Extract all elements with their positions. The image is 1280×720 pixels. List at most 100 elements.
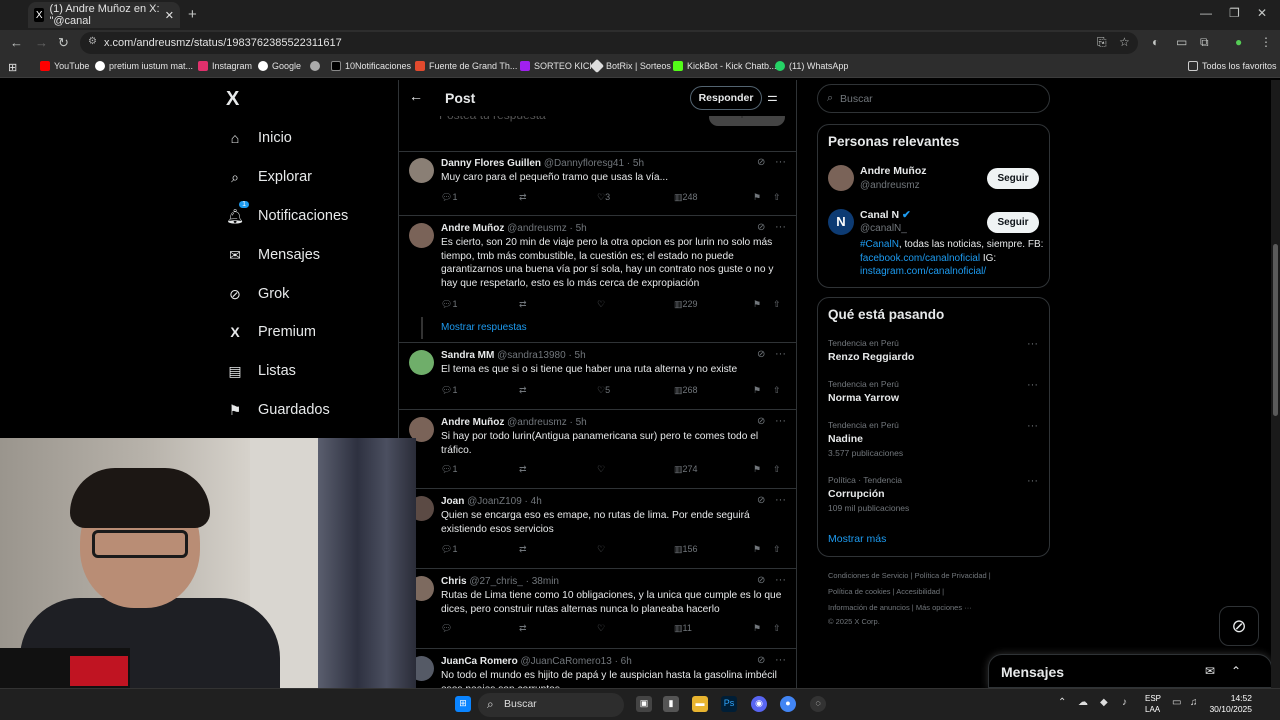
instagram-link[interactable]: instagram.com/canalnoficial/ bbox=[860, 266, 986, 277]
like-icon[interactable]: ♡ bbox=[597, 299, 605, 310]
close-window-icon[interactable]: ✕ bbox=[1257, 6, 1267, 20]
reply-button[interactable]: Responder bbox=[690, 86, 762, 110]
app-icon[interactable]: ◌ bbox=[810, 696, 826, 712]
menu-icon[interactable]: ⋮ bbox=[1260, 35, 1272, 49]
retweet-icon[interactable]: ⇄ bbox=[519, 544, 527, 555]
person-name[interactable]: Canal N ✔ bbox=[860, 209, 911, 221]
new-tab-icon[interactable]: + bbox=[188, 6, 197, 23]
bookmark-whatsapp[interactable]: (11) WhatsApp bbox=[775, 61, 848, 71]
trend-item[interactable]: Política · Tendencia Corrupción 109 mil pu… bbox=[828, 475, 1038, 513]
author-name[interactable]: Chris bbox=[441, 576, 467, 587]
nav-premium[interactable]: X Premium bbox=[226, 323, 316, 341]
like-icon[interactable]: ♡ 5 bbox=[597, 385, 610, 396]
task-view-icon[interactable]: ▣ bbox=[636, 696, 652, 712]
grok-fab-icon[interactable]: ⊘ bbox=[1219, 606, 1259, 646]
browser-tab[interactable]: X (1) Andre Muñoz en X: "@canal ✕ bbox=[28, 2, 180, 28]
reload-icon[interactable]: ↻ bbox=[58, 35, 69, 51]
nav-home[interactable]: ⌂ Inicio bbox=[226, 129, 292, 147]
reply-icon[interactable]: 💬︎ bbox=[441, 623, 452, 634]
bookmark-globe[interactable] bbox=[310, 61, 324, 71]
share-icon[interactable]: ⇧ bbox=[773, 385, 781, 396]
person-handle[interactable]: @andreusmz bbox=[860, 180, 920, 191]
onedrive-icon[interactable]: ☁ bbox=[1078, 697, 1088, 708]
page-scrollbar[interactable] bbox=[1271, 80, 1280, 688]
author-name[interactable]: Danny Flores Guillen bbox=[441, 158, 541, 169]
bookmark-star-icon[interactable]: ☆ bbox=[1119, 35, 1130, 49]
avatar[interactable] bbox=[828, 165, 854, 191]
messages-drawer[interactable]: Mensajes ✉ ⌃ bbox=[988, 654, 1272, 688]
extension2-icon[interactable]: ▭ bbox=[1176, 35, 1187, 49]
author-handle[interactable]: @JuanCaRomero13 bbox=[520, 656, 611, 667]
reply-tweet[interactable]: Andre Muñoz @andreusmz · 5h ⊘ ··· Si hay … bbox=[399, 411, 796, 489]
bookmark-instagram[interactable]: Instagram bbox=[198, 61, 252, 71]
footer-links[interactable]: Información de anuncios | Más opciones ·… bbox=[828, 603, 972, 612]
nav-explore[interactable]: ⌕ Explorar bbox=[226, 168, 312, 186]
bookmark-icon[interactable]: ⚑ bbox=[753, 464, 761, 475]
grok-icon[interactable]: ⊘ bbox=[757, 655, 765, 666]
grok-icon[interactable]: ⊘ bbox=[757, 416, 765, 427]
more-icon[interactable]: ··· bbox=[775, 156, 786, 168]
share-icon[interactable]: ⇧ bbox=[773, 192, 781, 203]
reply-tweet[interactable]: Joan @JoanZ109 · 4h ⊘ ··· Quien se encarg… bbox=[399, 490, 796, 569]
extensions-icon[interactable]: ⧉ bbox=[1200, 35, 1209, 50]
tray-expand-icon[interactable]: ⌃ bbox=[1058, 697, 1066, 708]
bookmark-icon[interactable]: ⚑ bbox=[753, 192, 761, 203]
author-name[interactable]: JuanCa Romero bbox=[441, 656, 518, 667]
reply-icon[interactable]: 💬︎ 1 bbox=[441, 192, 457, 203]
person-handle[interactable]: @canalN_ bbox=[860, 223, 907, 234]
like-icon[interactable]: ♡ bbox=[597, 623, 605, 634]
show-replies-link[interactable]: Mostrar respuestas bbox=[441, 322, 527, 333]
more-icon[interactable]: ··· bbox=[775, 574, 786, 586]
reply-tweet[interactable]: Sandra MM @sandra13980 · 5h ⊘ ··· El tema… bbox=[399, 344, 796, 410]
nav-lists[interactable]: ▤ Listas bbox=[226, 362, 296, 380]
more-icon[interactable]: ··· bbox=[1027, 475, 1038, 487]
trend-item[interactable]: Tendencia en Perú Renzo Reggiardo ··· bbox=[828, 338, 1038, 363]
views-icon[interactable]: ▥ 156 bbox=[674, 544, 698, 555]
footer-links[interactable]: Condiciones de Servicio | Política de Pr… bbox=[828, 571, 991, 580]
search-input[interactable]: ⌕ Buscar bbox=[817, 84, 1050, 113]
retweet-icon[interactable]: ⇄ bbox=[519, 385, 527, 396]
taskbar-search[interactable]: ⌕ Buscar bbox=[478, 693, 624, 717]
extension-icon[interactable]: ◐ bbox=[1152, 35, 1159, 49]
author-handle[interactable]: @andreusmz bbox=[507, 417, 567, 428]
like-icon[interactable]: ♡ 3 bbox=[597, 192, 610, 203]
language-indicator[interactable]: ESP LAA bbox=[1145, 693, 1161, 715]
restore-icon[interactable]: ❐ bbox=[1229, 6, 1240, 20]
bookmark-icon[interactable]: ⚑ bbox=[753, 299, 761, 310]
grok-icon[interactable]: ⊘ bbox=[757, 349, 765, 360]
trend-item[interactable]: Tendencia en Perú Nadine 3.577 publicacion… bbox=[828, 420, 1038, 458]
windows-start-icon[interactable]: ⊞ bbox=[455, 696, 471, 712]
more-icon[interactable]: ··· bbox=[775, 348, 786, 360]
tweet-time[interactable]: · 5h bbox=[627, 158, 644, 169]
bookmark-icon[interactable]: ⚑ bbox=[753, 385, 761, 396]
site-info-icon[interactable]: ⚙ bbox=[88, 36, 97, 47]
follow-button[interactable]: Seguir bbox=[987, 168, 1039, 189]
tray-app-icon[interactable]: ◆ bbox=[1100, 697, 1108, 708]
photoshop-icon[interactable]: Ps bbox=[721, 696, 737, 712]
views-icon[interactable]: ▥ 11 bbox=[674, 623, 692, 634]
trend-item[interactable]: Tendencia en Perú Norma Yarrow ··· bbox=[828, 379, 1038, 404]
author-handle[interactable]: @27_chris_ bbox=[469, 576, 523, 587]
more-icon[interactable]: ··· bbox=[1027, 420, 1038, 432]
microphone-icon[interactable]: ♪ bbox=[1122, 697, 1127, 708]
retweet-icon[interactable]: ⇄ bbox=[519, 623, 527, 634]
views-icon[interactable]: ▥ 248 bbox=[674, 192, 698, 203]
person-name[interactable]: Andre Muñoz bbox=[860, 165, 927, 177]
forward-icon[interactable]: → bbox=[35, 35, 48, 50]
share-icon[interactable]: ⇧ bbox=[773, 464, 781, 475]
app-icon[interactable]: ▮ bbox=[663, 696, 679, 712]
back-arrow-icon[interactable]: ← bbox=[409, 88, 423, 104]
more-icon[interactable]: ··· bbox=[1027, 338, 1038, 350]
views-icon[interactable]: ▥ 274 bbox=[674, 464, 698, 475]
clock[interactable]: 14:52 30/10/2025 bbox=[1206, 693, 1252, 715]
x-logo[interactable]: X bbox=[226, 88, 239, 111]
reply-icon[interactable]: 💬︎ 1 bbox=[441, 464, 457, 475]
author-name[interactable]: Andre Muñoz bbox=[441, 417, 504, 428]
tweet-time[interactable]: · 6h bbox=[615, 656, 632, 667]
new-message-icon[interactable]: ✉ bbox=[1205, 664, 1215, 678]
avatar[interactable] bbox=[409, 223, 434, 248]
author-handle[interactable]: @andreusmz bbox=[507, 223, 567, 234]
more-icon[interactable]: ··· bbox=[775, 494, 786, 506]
more-icon[interactable]: ··· bbox=[775, 221, 786, 233]
install-app-icon[interactable]: ⎘ bbox=[1097, 35, 1107, 50]
